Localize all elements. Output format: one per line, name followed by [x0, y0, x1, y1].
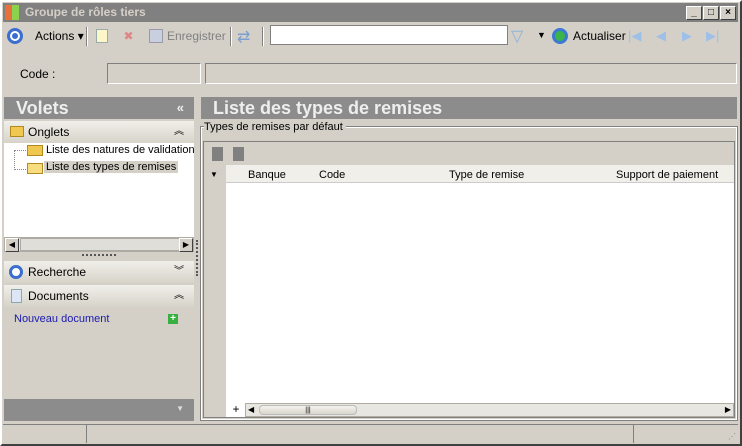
search-section-icon — [9, 265, 23, 279]
add-row-button[interactable]: + — [228, 403, 244, 416]
scroll-thumb[interactable] — [20, 238, 180, 251]
page-title: Liste des types de remises — [201, 97, 737, 119]
column-header-bank[interactable]: Banque — [248, 169, 286, 181]
separator — [262, 27, 264, 46]
tree-horizontal-scrollbar[interactable]: ◀ ▶ — [4, 237, 194, 252]
search-section-label: Recherche — [28, 265, 87, 279]
minimize-button[interactable]: _ — [686, 6, 702, 20]
save-button[interactable]: Enregistrer — [167, 24, 226, 48]
status-bar: ⋰ — [3, 424, 738, 443]
separator — [86, 27, 88, 46]
document-icon — [11, 289, 22, 303]
tabs-tree: Liste des natures de validation Liste de… — [4, 143, 195, 237]
tabs-section-label: Onglets — [28, 125, 70, 139]
panes-footer: ▼ — [4, 399, 194, 421]
grid-horizontal-scrollbar[interactable]: ◀ ||| ▶ — [245, 403, 734, 417]
vertical-splitter-grip[interactable] — [196, 240, 198, 276]
previous-record-icon[interactable]: ◀ — [656, 28, 666, 44]
panes-title: Volets — [16, 98, 69, 118]
scroll-right-icon[interactable]: ▶ — [725, 405, 731, 414]
tree-item-selected[interactable]: Liste des types de remises — [44, 161, 179, 173]
sync-icon[interactable]: ⇄ — [237, 27, 250, 47]
grid-toolbar — [204, 142, 734, 165]
status-separator — [86, 425, 87, 443]
group-label: Types de remises par défaut — [204, 121, 346, 133]
folder-icon — [10, 126, 24, 137]
expand-chevron-icon[interactable]: ︾ — [174, 261, 184, 283]
panes-header: Volets « — [4, 97, 194, 119]
column-header-type[interactable]: Type de remise — [449, 169, 524, 181]
status-separator — [633, 425, 634, 443]
documents-section[interactable]: Documents ︽ — [4, 285, 194, 307]
folder-icon — [27, 145, 43, 156]
tree-item[interactable]: Liste des natures de validation — [46, 144, 195, 156]
refresh-button[interactable]: Actualiser — [573, 24, 626, 48]
code-label: Code : — [20, 67, 56, 81]
column-chooser-icon[interactable]: ▼ — [210, 170, 218, 179]
last-record-icon[interactable]: ▶| — [706, 28, 719, 44]
maximize-button[interactable]: □ — [703, 6, 719, 20]
filter-dropdown-icon[interactable]: ▼ — [537, 30, 546, 40]
search-section[interactable]: Recherche ︾ — [4, 261, 194, 283]
splitter-grip[interactable] — [82, 254, 116, 256]
scroll-thumb[interactable]: ||| — [259, 405, 357, 415]
first-record-icon[interactable]: |◀ — [628, 28, 641, 44]
delete-icon[interactable]: ✖ — [122, 29, 135, 43]
new-icon[interactable] — [96, 29, 108, 43]
save-icon[interactable] — [149, 29, 163, 43]
new-document-link[interactable]: Nouveau document — [14, 313, 109, 325]
separator — [230, 27, 232, 46]
collapse-panes-button[interactable]: « — [177, 97, 184, 119]
row-header-column — [204, 165, 226, 417]
resize-grip-icon[interactable]: ⋰ — [728, 432, 736, 441]
grid: ▼ Banque Code Type de remise Support de … — [203, 141, 735, 418]
close-button[interactable]: × — [720, 6, 736, 20]
documents-section-label: Documents — [28, 289, 89, 303]
scroll-left-icon[interactable]: ◀ — [248, 405, 254, 414]
column-header-code[interactable]: Code — [319, 169, 345, 181]
collapse-chevron-icon[interactable]: ︽ — [174, 285, 184, 307]
actions-label: Actions — [35, 29, 75, 43]
column-header-payment-support[interactable]: Support de paiement — [616, 169, 718, 181]
filter-icon[interactable]: ▽ — [511, 26, 523, 46]
search-input[interactable] — [270, 25, 508, 45]
app-icon — [5, 5, 19, 20]
tabs-section[interactable]: Onglets ︽ — [4, 121, 194, 143]
collapse-chevron-icon[interactable]: ︽ — [174, 121, 184, 143]
panes-menu-icon[interactable]: ▼ — [176, 404, 184, 413]
scroll-left-icon[interactable]: ◀ — [5, 238, 19, 252]
grid-edit-icon[interactable] — [233, 147, 244, 161]
navigation-icon[interactable] — [7, 28, 23, 44]
grid-new-icon[interactable] — [212, 147, 223, 161]
open-folder-icon — [27, 163, 43, 174]
code-field[interactable] — [107, 63, 201, 84]
next-record-icon[interactable]: ▶ — [682, 28, 692, 44]
window-title: Groupe de rôles tiers — [3, 3, 738, 22]
add-document-icon[interactable]: + — [168, 314, 178, 324]
actions-menu[interactable]: Actions ▾ — [35, 24, 84, 48]
refresh-icon[interactable] — [552, 28, 568, 44]
scroll-right-icon[interactable]: ▶ — [179, 238, 193, 252]
code-description-field[interactable] — [205, 63, 737, 84]
